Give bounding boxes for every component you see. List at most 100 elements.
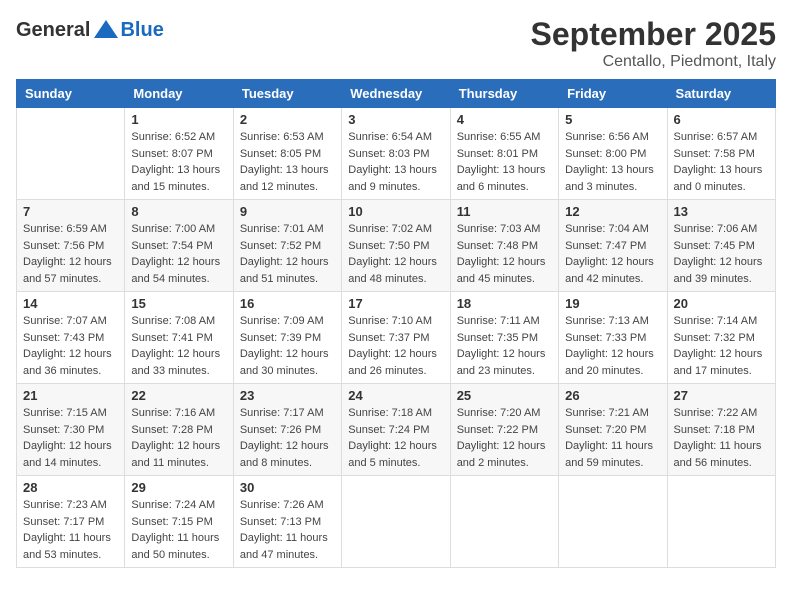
logo-blue-text: Blue xyxy=(120,19,163,42)
day-info: Sunrise: 7:08 AM Sunset: 7:41 PM Dayligh… xyxy=(131,313,226,379)
header-row: SundayMondayTuesdayWednesdayThursdayFrid… xyxy=(17,80,776,108)
calendar-cell: 4 Sunrise: 6:55 AM Sunset: 8:01 PM Daylig… xyxy=(450,108,558,200)
calendar-table: SundayMondayTuesdayWednesdayThursdayFrid… xyxy=(16,79,776,568)
day-info: Sunrise: 7:20 AM Sunset: 7:22 PM Dayligh… xyxy=(457,405,552,471)
week-row-5: 28Sunrise: 7:23 AM Sunset: 7:17 PM Dayli… xyxy=(17,476,776,568)
calendar-cell: 19 Sunrise: 7:13 AM Sunset: 7:33 PM Dayli… xyxy=(559,292,667,384)
day-info: Sunrise: 7:16 AM Sunset: 7:28 PM Dayligh… xyxy=(131,405,226,471)
day-number: 14 xyxy=(23,296,118,311)
calendar-cell xyxy=(17,108,125,200)
calendar-cell xyxy=(559,476,667,568)
column-header-thursday: Thursday xyxy=(450,80,558,108)
logo: General Blue xyxy=(16,16,164,44)
calendar-cell: 20Sunrise: 7:14 AM Sunset: 7:32 PM Dayli… xyxy=(667,292,775,384)
day-info: Sunrise: 7:01 AM Sunset: 7:52 PM Dayligh… xyxy=(240,221,335,287)
calendar-cell: 10 Sunrise: 7:02 AM Sunset: 7:50 PM Dayli… xyxy=(342,200,450,292)
day-info: Sunrise: 7:13 AM Sunset: 7:33 PM Dayligh… xyxy=(565,313,660,379)
calendar-cell: 13 Sunrise: 7:06 AM Sunset: 7:45 PM Dayli… xyxy=(667,200,775,292)
calendar-cell: 24 Sunrise: 7:18 AM Sunset: 7:24 PM Dayli… xyxy=(342,384,450,476)
day-info: Sunrise: 7:06 AM Sunset: 7:45 PM Dayligh… xyxy=(674,221,769,287)
day-info: Sunrise: 7:10 AM Sunset: 7:37 PM Dayligh… xyxy=(348,313,443,379)
calendar-cell: 2 Sunrise: 6:53 AM Sunset: 8:05 PM Daylig… xyxy=(233,108,341,200)
logo-icon xyxy=(92,16,120,44)
calendar-cell: 23Sunrise: 7:17 AM Sunset: 7:26 PM Dayli… xyxy=(233,384,341,476)
day-number: 25 xyxy=(457,388,552,403)
calendar-cell: 22 Sunrise: 7:16 AM Sunset: 7:28 PM Dayli… xyxy=(125,384,233,476)
day-number: 3 xyxy=(348,112,443,127)
week-row-2: 7Sunrise: 6:59 AM Sunset: 7:56 PM Daylig… xyxy=(17,200,776,292)
day-number: 30 xyxy=(240,480,335,495)
column-header-saturday: Saturday xyxy=(667,80,775,108)
calendar-cell xyxy=(342,476,450,568)
day-info: Sunrise: 7:26 AM Sunset: 7:13 PM Dayligh… xyxy=(240,497,335,563)
day-number: 15 xyxy=(131,296,226,311)
day-number: 2 xyxy=(240,112,335,127)
calendar-cell: 9 Sunrise: 7:01 AM Sunset: 7:52 PM Daylig… xyxy=(233,200,341,292)
calendar-cell: 12Sunrise: 7:04 AM Sunset: 7:47 PM Dayli… xyxy=(559,200,667,292)
calendar-cell: 29 Sunrise: 7:24 AM Sunset: 7:15 PM Dayli… xyxy=(125,476,233,568)
day-number: 13 xyxy=(674,204,769,219)
calendar-cell xyxy=(450,476,558,568)
day-info: Sunrise: 7:18 AM Sunset: 7:24 PM Dayligh… xyxy=(348,405,443,471)
calendar-cell: 11 Sunrise: 7:03 AM Sunset: 7:48 PM Dayli… xyxy=(450,200,558,292)
page-header: General Blue September 2025 Centallo, Pi… xyxy=(16,16,776,71)
calendar-cell: 25 Sunrise: 7:20 AM Sunset: 7:22 PM Dayli… xyxy=(450,384,558,476)
column-header-tuesday: Tuesday xyxy=(233,80,341,108)
location: Centallo, Piedmont, Italy xyxy=(531,53,776,71)
title-block: September 2025 Centallo, Piedmont, Italy xyxy=(531,16,776,71)
calendar-cell: 27 Sunrise: 7:22 AM Sunset: 7:18 PM Dayli… xyxy=(667,384,775,476)
day-info: Sunrise: 6:54 AM Sunset: 8:03 PM Dayligh… xyxy=(348,129,443,195)
column-header-sunday: Sunday xyxy=(17,80,125,108)
month-title: September 2025 xyxy=(531,16,776,53)
day-number: 6 xyxy=(674,112,769,127)
day-number: 21 xyxy=(23,388,118,403)
calendar-header: SundayMondayTuesdayWednesdayThursdayFrid… xyxy=(17,80,776,108)
day-info: Sunrise: 7:03 AM Sunset: 7:48 PM Dayligh… xyxy=(457,221,552,287)
day-info: Sunrise: 7:21 AM Sunset: 7:20 PM Dayligh… xyxy=(565,405,660,471)
day-info: Sunrise: 7:15 AM Sunset: 7:30 PM Dayligh… xyxy=(23,405,118,471)
calendar-cell: 14 Sunrise: 7:07 AM Sunset: 7:43 PM Dayli… xyxy=(17,292,125,384)
day-number: 4 xyxy=(457,112,552,127)
day-number: 10 xyxy=(348,204,443,219)
day-info: Sunrise: 7:07 AM Sunset: 7:43 PM Dayligh… xyxy=(23,313,118,379)
calendar-cell: 17Sunrise: 7:10 AM Sunset: 7:37 PM Dayli… xyxy=(342,292,450,384)
calendar-cell: 6 Sunrise: 6:57 AM Sunset: 7:58 PM Daylig… xyxy=(667,108,775,200)
day-info: Sunrise: 7:02 AM Sunset: 7:50 PM Dayligh… xyxy=(348,221,443,287)
day-number: 20 xyxy=(674,296,769,311)
week-row-1: 1 Sunrise: 6:52 AM Sunset: 8:07 PM Daylig… xyxy=(17,108,776,200)
day-number: 24 xyxy=(348,388,443,403)
week-row-4: 21 Sunrise: 7:15 AM Sunset: 7:30 PM Dayli… xyxy=(17,384,776,476)
calendar-cell: 16Sunrise: 7:09 AM Sunset: 7:39 PM Dayli… xyxy=(233,292,341,384)
day-info: Sunrise: 6:59 AM Sunset: 7:56 PM Dayligh… xyxy=(23,221,118,287)
calendar-cell: 8 Sunrise: 7:00 AM Sunset: 7:54 PM Daylig… xyxy=(125,200,233,292)
calendar-cell: 1 Sunrise: 6:52 AM Sunset: 8:07 PM Daylig… xyxy=(125,108,233,200)
calendar-cell: 7Sunrise: 6:59 AM Sunset: 7:56 PM Daylig… xyxy=(17,200,125,292)
calendar-cell: 18Sunrise: 7:11 AM Sunset: 7:35 PM Dayli… xyxy=(450,292,558,384)
day-number: 19 xyxy=(565,296,660,311)
day-info: Sunrise: 6:52 AM Sunset: 8:07 PM Dayligh… xyxy=(131,129,226,195)
column-header-wednesday: Wednesday xyxy=(342,80,450,108)
day-info: Sunrise: 6:57 AM Sunset: 7:58 PM Dayligh… xyxy=(674,129,769,195)
calendar-cell: 21 Sunrise: 7:15 AM Sunset: 7:30 PM Dayli… xyxy=(17,384,125,476)
calendar-cell: 15 Sunrise: 7:08 AM Sunset: 7:41 PM Dayli… xyxy=(125,292,233,384)
day-number: 12 xyxy=(565,204,660,219)
day-number: 11 xyxy=(457,204,552,219)
day-number: 28 xyxy=(23,480,118,495)
day-number: 27 xyxy=(674,388,769,403)
day-info: Sunrise: 7:22 AM Sunset: 7:18 PM Dayligh… xyxy=(674,405,769,471)
day-info: Sunrise: 6:55 AM Sunset: 8:01 PM Dayligh… xyxy=(457,129,552,195)
day-number: 9 xyxy=(240,204,335,219)
calendar-cell: 30 Sunrise: 7:26 AM Sunset: 7:13 PM Dayli… xyxy=(233,476,341,568)
day-number: 26 xyxy=(565,388,660,403)
day-info: Sunrise: 7:00 AM Sunset: 7:54 PM Dayligh… xyxy=(131,221,226,287)
day-number: 22 xyxy=(131,388,226,403)
day-number: 23 xyxy=(240,388,335,403)
day-number: 5 xyxy=(565,112,660,127)
day-number: 8 xyxy=(131,204,226,219)
day-number: 1 xyxy=(131,112,226,127)
day-info: Sunrise: 7:24 AM Sunset: 7:15 PM Dayligh… xyxy=(131,497,226,563)
day-number: 29 xyxy=(131,480,226,495)
day-info: Sunrise: 6:53 AM Sunset: 8:05 PM Dayligh… xyxy=(240,129,335,195)
column-header-monday: Monday xyxy=(125,80,233,108)
column-header-friday: Friday xyxy=(559,80,667,108)
